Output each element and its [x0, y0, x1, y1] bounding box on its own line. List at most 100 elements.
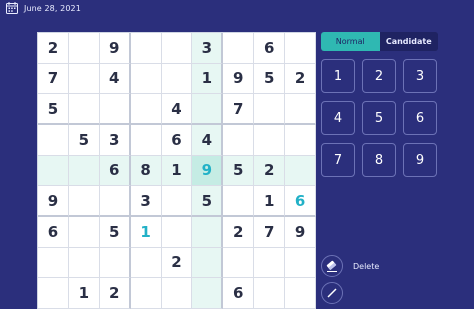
sudoku-cell[interactable]	[68, 216, 100, 248]
sudoku-cell[interactable]: 5	[99, 216, 131, 248]
sudoku-cell[interactable]	[254, 124, 286, 156]
sudoku-cell[interactable]	[161, 63, 193, 95]
sudoku-cell[interactable]	[99, 247, 131, 279]
sudoku-cell[interactable]: 5	[223, 155, 255, 187]
sudoku-cell[interactable]: 6	[99, 155, 131, 187]
sudoku-cell[interactable]: 5	[38, 94, 69, 125]
normal-mode-button[interactable]: Normal	[321, 32, 380, 51]
sudoku-cell[interactable]: 5	[254, 63, 286, 95]
sudoku-cell[interactable]: 9	[38, 186, 69, 217]
sudoku-cell[interactable]: 9	[192, 155, 224, 187]
sudoku-cell[interactable]	[130, 124, 162, 156]
sudoku-cell[interactable]: 7	[38, 63, 69, 95]
sudoku-cell[interactable]	[223, 247, 255, 279]
sudoku-cell[interactable]	[68, 94, 100, 125]
mode-toggle: Normal Candidate	[321, 32, 438, 51]
sudoku-cell[interactable]	[161, 278, 193, 309]
sudoku-cell[interactable]	[285, 94, 316, 125]
sudoku-cell[interactable]: 9	[223, 63, 255, 95]
sudoku-cell[interactable]	[130, 94, 162, 125]
key-4[interactable]: 4	[321, 101, 355, 135]
eraser-icon[interactable]	[321, 255, 343, 277]
sudoku-cell[interactable]	[68, 33, 100, 64]
pencil-icon[interactable]	[321, 282, 343, 304]
sudoku-cell[interactable]	[130, 63, 162, 95]
sudoku-cell[interactable]	[68, 186, 100, 217]
sudoku-cell[interactable]: 2	[99, 278, 131, 309]
sudoku-cell[interactable]: 6	[254, 33, 286, 64]
sudoku-cell[interactable]: 2	[223, 216, 255, 248]
sudoku-cell[interactable]	[161, 33, 193, 64]
sudoku-cell[interactable]: 9	[285, 216, 316, 248]
sudoku-cell[interactable]: 2	[285, 63, 316, 95]
sudoku-cell[interactable]: 4	[161, 94, 193, 125]
sudoku-cell[interactable]: 1	[192, 63, 224, 95]
key-3[interactable]: 3	[403, 59, 437, 93]
sudoku-cell[interactable]: 1	[130, 216, 162, 248]
sudoku-cell[interactable]	[254, 94, 286, 125]
sudoku-cell[interactable]	[99, 94, 131, 125]
sudoku-cell[interactable]: 3	[192, 33, 224, 64]
sudoku-cell[interactable]	[38, 247, 69, 279]
key-7[interactable]: 7	[321, 143, 355, 177]
sudoku-cell[interactable]	[285, 278, 316, 309]
sudoku-cell[interactable]: 4	[192, 124, 224, 156]
sudoku-cell[interactable]	[130, 278, 162, 309]
sudoku-cell[interactable]	[285, 33, 316, 64]
sudoku-board: 29367419525475364681952935166512792126	[37, 32, 316, 309]
sudoku-cell[interactable]: 6	[161, 124, 193, 156]
date-label: June 28, 2021	[24, 3, 81, 13]
sudoku-cell[interactable]	[223, 186, 255, 217]
key-8[interactable]: 8	[362, 143, 396, 177]
secondary-action-button[interactable]	[321, 282, 343, 304]
sudoku-cell[interactable]: 9	[99, 33, 131, 64]
sudoku-cell[interactable]	[68, 247, 100, 279]
sudoku-cell[interactable]: 5	[68, 124, 100, 156]
sudoku-cell[interactable]: 1	[161, 155, 193, 187]
sudoku-cell[interactable]: 3	[130, 186, 162, 217]
sudoku-cell[interactable]	[38, 124, 69, 156]
sudoku-cell[interactable]: 2	[161, 247, 193, 279]
sudoku-cell[interactable]	[223, 33, 255, 64]
key-9[interactable]: 9	[403, 143, 437, 177]
sudoku-cell[interactable]	[192, 278, 224, 309]
key-6[interactable]: 6	[403, 101, 437, 135]
sudoku-cell[interactable]: 1	[68, 278, 100, 309]
sudoku-cell[interactable]: 6	[285, 186, 316, 217]
sudoku-cell[interactable]: 1	[254, 186, 286, 217]
sudoku-cell[interactable]: 7	[254, 216, 286, 248]
number-keypad: 1 2 3 4 5 6 7 8 9	[321, 59, 437, 177]
sudoku-cell[interactable]: 2	[38, 33, 69, 64]
sudoku-cell[interactable]: 6	[223, 278, 255, 309]
sudoku-cell[interactable]	[38, 155, 69, 187]
sudoku-cell[interactable]	[130, 247, 162, 279]
sudoku-cell[interactable]	[192, 216, 224, 248]
sudoku-cell[interactable]	[161, 186, 193, 217]
sudoku-cell[interactable]	[68, 63, 100, 95]
sudoku-cell[interactable]	[99, 186, 131, 217]
delete-button[interactable]: Delete	[321, 255, 379, 277]
sudoku-cell[interactable]: 6	[38, 216, 69, 248]
sudoku-cell[interactable]	[68, 155, 100, 187]
sudoku-cell[interactable]	[285, 124, 316, 156]
sudoku-cell[interactable]	[254, 278, 286, 309]
sudoku-cell[interactable]: 3	[99, 124, 131, 156]
key-2[interactable]: 2	[362, 59, 396, 93]
sudoku-cell[interactable]	[285, 155, 316, 187]
sudoku-cell[interactable]	[223, 124, 255, 156]
sudoku-cell[interactable]	[130, 33, 162, 64]
sudoku-cell[interactable]	[192, 94, 224, 125]
sudoku-cell[interactable]: 8	[130, 155, 162, 187]
sudoku-cell[interactable]	[254, 247, 286, 279]
candidate-mode-button[interactable]: Candidate	[379, 32, 438, 51]
key-1[interactable]: 1	[321, 59, 355, 93]
key-5[interactable]: 5	[362, 101, 396, 135]
sudoku-cell[interactable]	[285, 247, 316, 279]
sudoku-cell[interactable]	[161, 216, 193, 248]
sudoku-cell[interactable]	[38, 278, 69, 309]
sudoku-cell[interactable]: 2	[254, 155, 286, 187]
sudoku-cell[interactable]: 7	[223, 94, 255, 125]
sudoku-cell[interactable]: 4	[99, 63, 131, 95]
sudoku-cell[interactable]	[192, 247, 224, 279]
sudoku-cell[interactable]: 5	[192, 186, 224, 217]
